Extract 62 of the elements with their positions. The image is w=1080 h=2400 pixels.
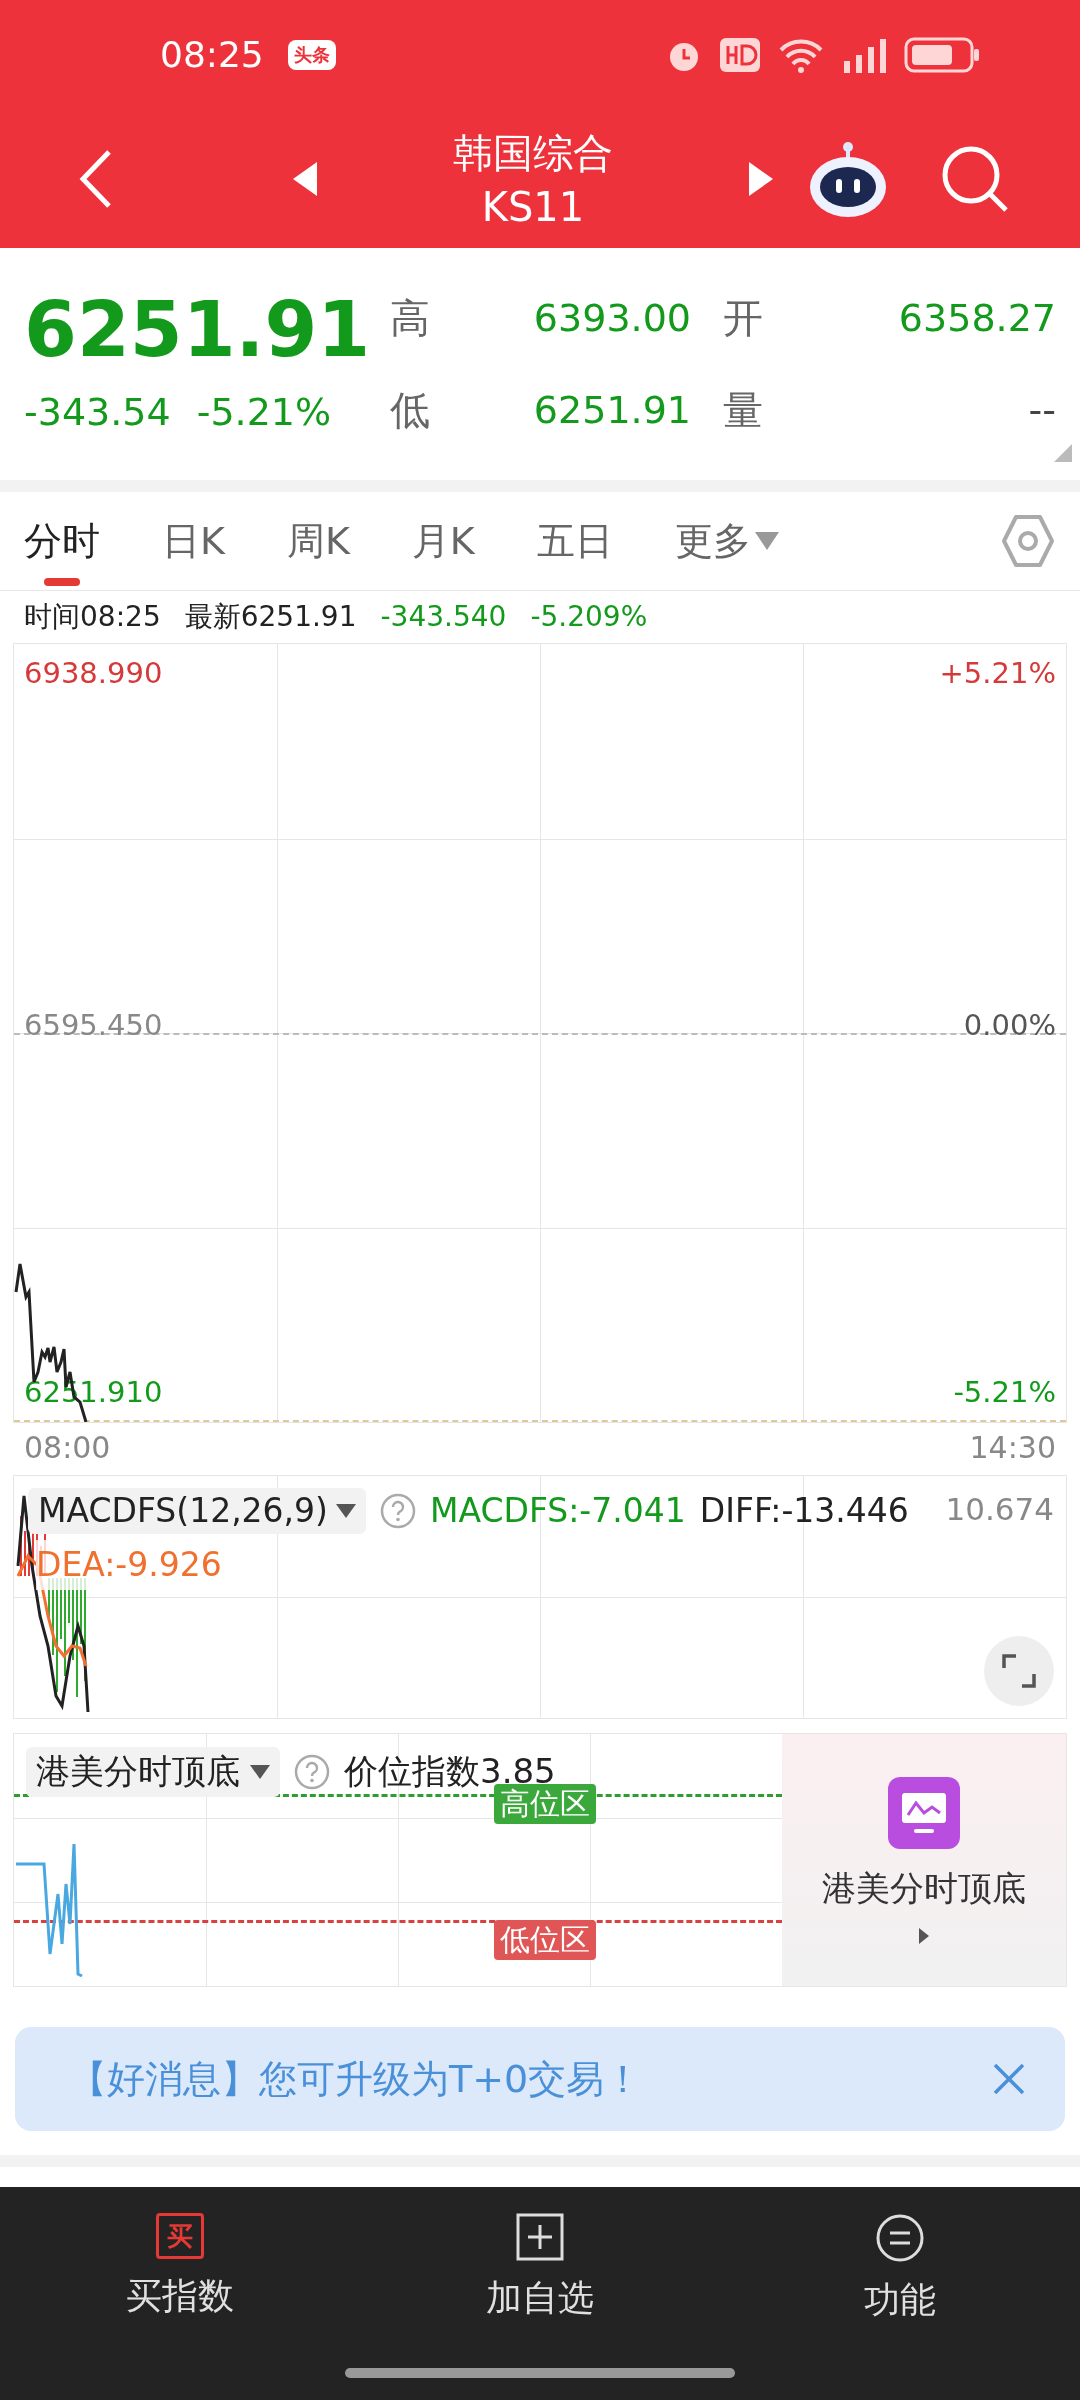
chart-tab[interactable]: 更多 bbox=[674, 492, 779, 590]
stat-value: 6358.27 bbox=[898, 294, 1056, 342]
nav-button[interactable]: 买 买指数 bbox=[0, 2213, 360, 2327]
high-zone-tag: 高位区 bbox=[494, 1784, 596, 1824]
diff-reading: DIFF:-13.446 bbox=[699, 1490, 909, 1532]
chart-tab[interactable]: 分时 bbox=[24, 492, 100, 590]
indicator-dropdown[interactable]: MACDFS(12,26,9) bbox=[28, 1487, 366, 1534]
scale-max-label: 10.674 bbox=[945, 1490, 1054, 1529]
axis-label: 6938.990 bbox=[24, 655, 163, 692]
expand-corner-icon bbox=[1054, 444, 1072, 462]
chart-tab[interactable]: 周K bbox=[286, 492, 350, 590]
axis-label: -5.21% bbox=[953, 1373, 1056, 1411]
indicator-dropdown[interactable]: 港美分时顶底 bbox=[26, 1746, 280, 1797]
low-zone-tag: 低位区 bbox=[494, 1920, 596, 1960]
help-icon[interactable] bbox=[294, 1753, 330, 1790]
search-button[interactable] bbox=[940, 144, 1010, 214]
chart-monitor-icon bbox=[888, 1776, 960, 1849]
menu-icon bbox=[875, 2213, 925, 2263]
stat-label: 低 bbox=[390, 386, 430, 435]
index-code: KS11 bbox=[481, 183, 585, 232]
plus-square-icon bbox=[516, 2213, 564, 2261]
stat-label: 高 bbox=[390, 294, 430, 343]
right-arrow-icon bbox=[919, 1927, 929, 1944]
axis-label: 6595.450 bbox=[24, 1007, 163, 1044]
status-time: 08:25 bbox=[160, 33, 264, 77]
change-reading: -343.540 bbox=[380, 599, 507, 635]
stat-label: 开 bbox=[723, 294, 763, 343]
time-reading: 时间08:25 bbox=[24, 599, 161, 635]
buy-icon: 买 bbox=[156, 2213, 204, 2259]
dea-reading: DEA:-9.926 bbox=[36, 1540, 222, 1590]
notification-badge: 头条 bbox=[287, 40, 336, 70]
battery-icon bbox=[904, 37, 980, 73]
current-price: 6251.91 bbox=[24, 284, 371, 376]
chart-tab[interactable]: 月K bbox=[411, 492, 475, 590]
percent-change: -5.21% bbox=[196, 389, 332, 436]
latest-price: 最新6251.91 bbox=[184, 599, 357, 635]
axis-label: 0.00% bbox=[963, 1007, 1056, 1044]
nav-button[interactable]: 加自选 bbox=[360, 2213, 720, 2327]
stat-value: 6393.00 bbox=[533, 294, 691, 342]
percent-reading: -5.209% bbox=[530, 599, 648, 635]
stat-value: 6251.91 bbox=[533, 386, 691, 434]
stat-value: -- bbox=[1028, 386, 1056, 434]
help-icon[interactable] bbox=[380, 1492, 416, 1529]
chart-tab[interactable]: 日K bbox=[162, 492, 225, 590]
axis-label: 14:30 bbox=[969, 1428, 1056, 1467]
axis-label: 08:00 bbox=[24, 1428, 111, 1467]
chart-tab[interactable]: 五日 bbox=[536, 492, 613, 590]
index-title: 韩国综合 bbox=[453, 129, 613, 178]
notice-text: 【好消息】您可升级为T+0交易！ bbox=[69, 2055, 644, 2103]
caret-icon bbox=[250, 1764, 270, 1779]
hd-icon bbox=[720, 38, 760, 72]
promo-card[interactable]: 港美分时顶底 bbox=[782, 1734, 1066, 1986]
nav-button[interactable]: 功能 bbox=[720, 2213, 1080, 2327]
caret-icon bbox=[336, 1503, 356, 1518]
axis-label: +5.21% bbox=[939, 655, 1056, 692]
stat-label: 量 bbox=[723, 386, 763, 435]
caret-icon bbox=[754, 532, 779, 550]
macdfs-reading: MACDFS:-7.041 bbox=[430, 1490, 686, 1532]
promo-title: 港美分时顶底 bbox=[822, 1866, 1026, 1910]
settings-button[interactable] bbox=[1000, 513, 1056, 569]
price-change: -343.54 bbox=[24, 389, 171, 436]
fullscreen-icon bbox=[1002, 1654, 1036, 1688]
